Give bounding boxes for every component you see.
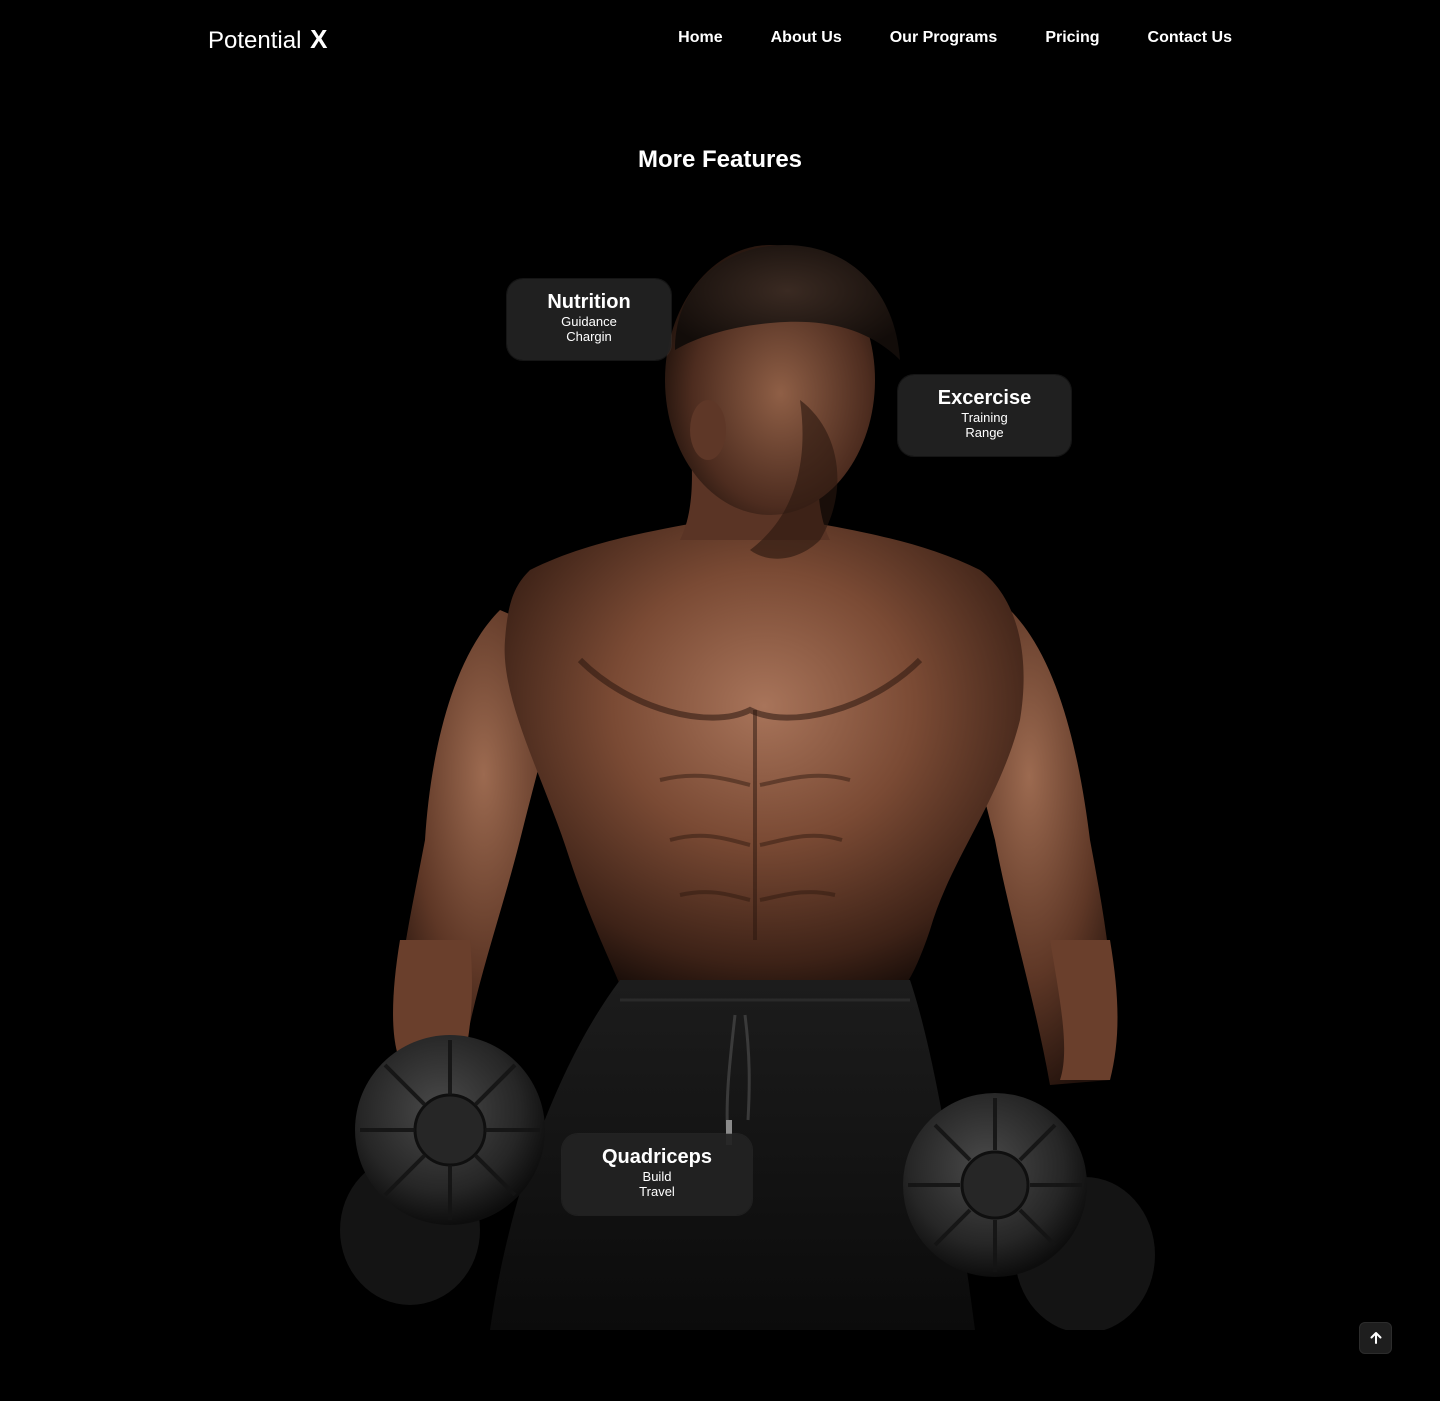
main-nav: Home About Us Our Programs Pricing Conta… bbox=[678, 29, 1232, 47]
feature-card-exercise: Excercise Training Range bbox=[898, 375, 1071, 456]
feature-card-line: Training bbox=[961, 410, 1008, 425]
nav-contact-us[interactable]: Contact Us bbox=[1148, 29, 1232, 47]
scroll-top-button[interactable] bbox=[1359, 1322, 1392, 1354]
logo[interactable]: Potential X bbox=[208, 24, 327, 55]
feature-card-title: Excercise bbox=[937, 387, 1032, 409]
page: Potential X Home About Us Our Programs P… bbox=[0, 0, 1440, 1401]
feature-card-nutrition: Nutrition Guidance Chargin bbox=[507, 279, 671, 360]
logo-accent: X bbox=[310, 24, 328, 54]
arrow-up-icon bbox=[1370, 1332, 1381, 1344]
feature-card-line: Travel bbox=[639, 1184, 675, 1199]
features-title: More Features bbox=[637, 146, 803, 173]
site-header: Potential X Home About Us Our Programs P… bbox=[0, 0, 1440, 80]
nav-our-programs[interactable]: Our Programs bbox=[890, 29, 998, 47]
feature-card-line: Chargin bbox=[566, 329, 612, 344]
feature-card-line: Guidance bbox=[561, 314, 617, 329]
feature-card-line: Build bbox=[642, 1169, 672, 1184]
feature-card-title: Quadriceps bbox=[601, 1146, 713, 1168]
nav-pricing[interactable]: Pricing bbox=[1045, 29, 1099, 47]
feature-card-quadriceps: Quadriceps Build Travel bbox=[562, 1134, 752, 1215]
logo-text: Potential bbox=[208, 27, 302, 54]
nav-about-us[interactable]: About Us bbox=[771, 29, 842, 47]
nav-home[interactable]: Home bbox=[678, 29, 722, 47]
feature-card-title: Nutrition bbox=[547, 291, 631, 313]
feature-card-line: Range bbox=[965, 425, 1004, 440]
